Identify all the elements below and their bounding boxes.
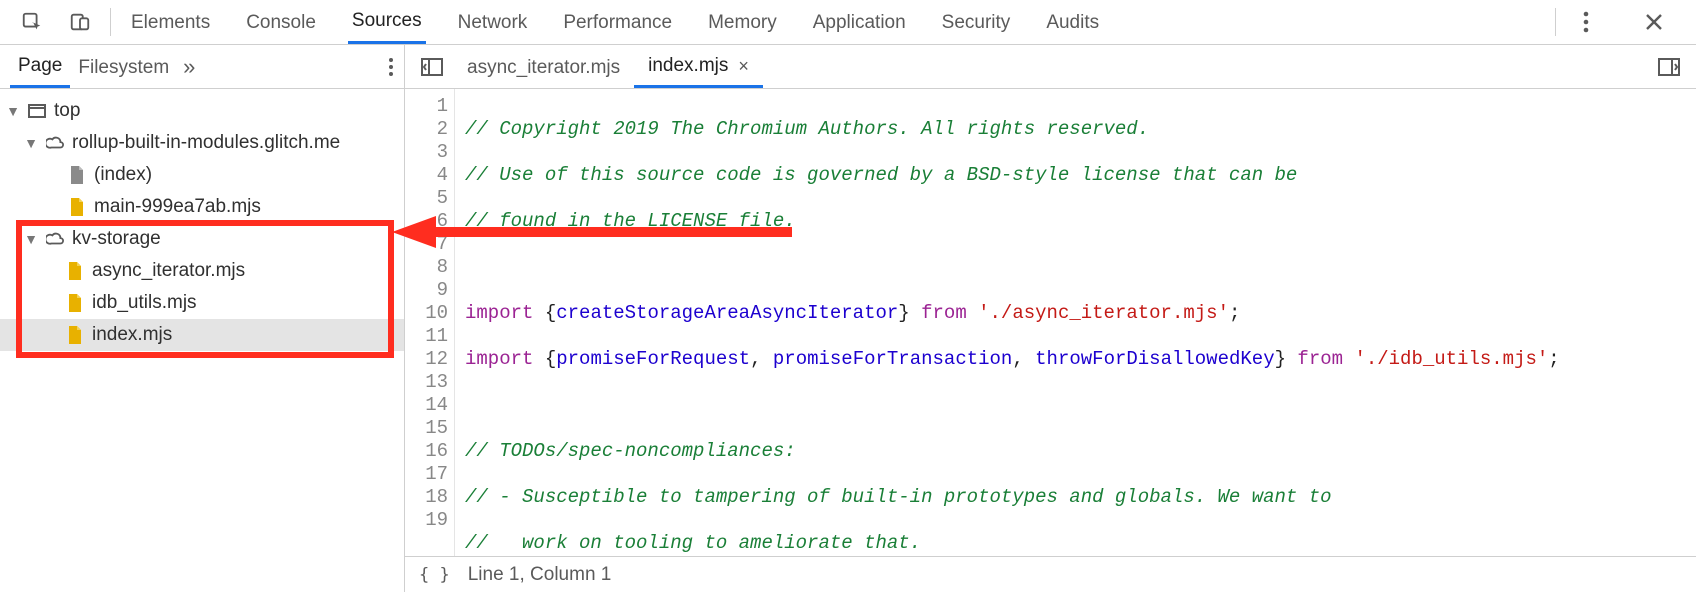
- tree-label: top: [54, 100, 80, 122]
- tab-audits[interactable]: Audits: [1042, 2, 1103, 43]
- tab-performance[interactable]: Performance: [559, 2, 676, 43]
- tree-node-file[interactable]: main-999ea7ab.mjs: [0, 191, 404, 223]
- cloud-icon: [46, 134, 64, 152]
- tree-label: (index): [94, 164, 152, 186]
- navigator-tab-filesystem[interactable]: Filesystem: [70, 47, 177, 87]
- panel-tabbar: Elements Console Sources Network Perform…: [127, 0, 1549, 44]
- tree-label: async_iterator.mjs: [92, 260, 245, 282]
- cloud-icon: [46, 230, 64, 248]
- toolbar-separator: [110, 8, 111, 36]
- toggle-navigator-icon[interactable]: [417, 52, 447, 82]
- navigator-tab-page[interactable]: Page: [10, 45, 70, 88]
- editor-tab-label: index.mjs: [648, 55, 728, 77]
- kebab-menu-icon[interactable]: [1572, 8, 1600, 36]
- file-icon: [66, 262, 84, 280]
- tree-label: rollup-built-in-modules.glitch.me: [72, 132, 340, 154]
- tab-application[interactable]: Application: [809, 2, 910, 43]
- editor-statusbar: { } Line 1, Column 1: [405, 556, 1696, 592]
- tree-node-kv-storage[interactable]: ▼ kv-storage: [0, 223, 404, 255]
- close-icon[interactable]: ×: [738, 56, 749, 77]
- tree-label: idb_utils.mjs: [92, 292, 197, 314]
- navigator-tabbar: Page Filesystem »: [0, 45, 404, 89]
- tree-node-domain[interactable]: ▼ rollup-built-in-modules.glitch.me: [0, 127, 404, 159]
- toolbar-separator: [1555, 8, 1556, 36]
- inspect-icon[interactable]: [18, 8, 46, 36]
- code-content: // Copyright 2019 The Chromium Authors. …: [455, 89, 1570, 556]
- tree-node-file[interactable]: (index): [0, 159, 404, 191]
- devtools-toolbar: Elements Console Sources Network Perform…: [0, 0, 1696, 45]
- line-gutter: 12345678910111213141516171819: [405, 89, 455, 556]
- tree-node-file[interactable]: idb_utils.mjs: [0, 287, 404, 319]
- tab-memory[interactable]: Memory: [704, 2, 781, 43]
- pretty-print-icon[interactable]: { }: [419, 565, 450, 585]
- tree-node-file[interactable]: async_iterator.mjs: [0, 255, 404, 287]
- tree-label: main-999ea7ab.mjs: [94, 196, 261, 218]
- toggle-debugger-icon[interactable]: [1654, 52, 1684, 82]
- tab-network[interactable]: Network: [454, 2, 532, 43]
- cursor-position: Line 1, Column 1: [468, 564, 612, 586]
- tab-sources[interactable]: Sources: [348, 0, 426, 44]
- device-toggle-icon[interactable]: [66, 8, 94, 36]
- tree-label: kv-storage: [72, 228, 161, 250]
- file-icon: [68, 198, 86, 216]
- chevron-down-icon: ▼: [6, 103, 20, 119]
- file-icon: [66, 294, 84, 312]
- editor-pane: async_iterator.mjs index.mjs × 123456789…: [405, 45, 1696, 592]
- tree-node-top[interactable]: ▼ top: [0, 95, 404, 127]
- navigator-tabs-overflow[interactable]: »: [183, 54, 195, 80]
- tab-security[interactable]: Security: [938, 2, 1015, 43]
- chevron-down-icon: ▼: [24, 231, 38, 247]
- tree-label: index.mjs: [92, 324, 172, 346]
- chevron-down-icon: ▼: [24, 135, 38, 151]
- navigator-sidebar: Page Filesystem » ▼ top ▼ rollup-built-i…: [0, 45, 405, 592]
- editor-tab-async-iterator[interactable]: async_iterator.mjs: [453, 47, 634, 87]
- code-editor[interactable]: 12345678910111213141516171819 // Copyrig…: [405, 89, 1696, 556]
- file-icon: [66, 326, 84, 344]
- tab-elements[interactable]: Elements: [127, 2, 214, 43]
- editor-tabbar: async_iterator.mjs index.mjs ×: [405, 45, 1696, 89]
- navigator-kebab-icon[interactable]: [388, 57, 394, 77]
- file-tree: ▼ top ▼ rollup-built-in-modules.glitch.m…: [0, 89, 404, 592]
- window-icon: [28, 102, 46, 120]
- document-icon: [68, 166, 86, 184]
- close-icon[interactable]: [1640, 8, 1668, 36]
- editor-tab-index[interactable]: index.mjs ×: [634, 45, 763, 88]
- tab-console[interactable]: Console: [242, 2, 320, 43]
- tree-node-file-selected[interactable]: index.mjs: [0, 319, 404, 351]
- editor-tab-label: async_iterator.mjs: [467, 57, 620, 79]
